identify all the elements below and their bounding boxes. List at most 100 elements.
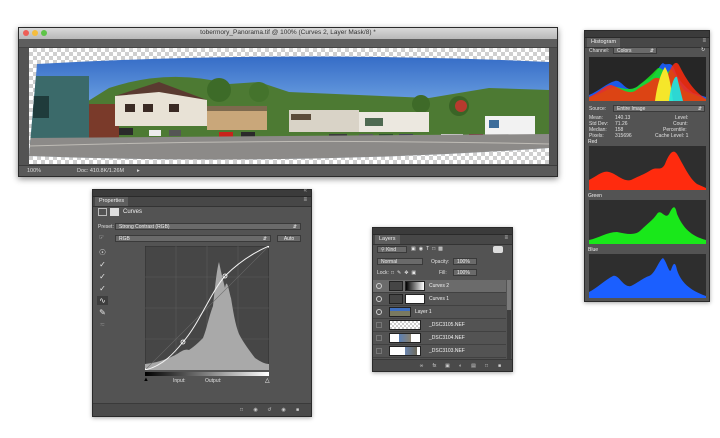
chevron-down-icon: ⇵ — [649, 48, 654, 54]
layer-row-dsc3103[interactable]: _DSC3103.NEF — [373, 345, 506, 358]
layer-name: Curves 2 — [429, 283, 450, 289]
layer-row-curves-1[interactable]: Curves 1 — [373, 293, 506, 306]
visibility-off-box[interactable] — [376, 322, 382, 328]
new-layer-icon[interactable]: □ — [482, 363, 491, 369]
chevron-down-icon: ⇵ — [697, 106, 702, 112]
filter-icons[interactable]: ▣◉T□▩ — [411, 246, 446, 252]
adjustment-icon[interactable]: ◐ — [456, 363, 465, 369]
black-point-slider-icon[interactable]: ▲ — [143, 377, 149, 383]
channel-select[interactable]: RGB ⇵ — [115, 235, 271, 242]
chevron-down-icon: ⇵ — [292, 224, 297, 230]
filter-toggle[interactable] — [493, 246, 503, 253]
image-canvas[interactable] — [29, 48, 549, 164]
lock-icons[interactable]: □✎✥▣ — [391, 270, 419, 276]
fx-icon[interactable]: fx — [430, 363, 439, 369]
layer-mask-icon[interactable] — [110, 208, 119, 216]
preset-select[interactable]: Strong Contrast (RGB) ⇵ — [115, 223, 301, 230]
eyedropper-gray-icon[interactable]: ✓ — [98, 272, 107, 281]
link-icon[interactable]: ∞ — [417, 363, 426, 369]
adjustment-thumb-icon — [389, 281, 403, 291]
layer-thumb — [389, 307, 411, 317]
collapse-icon[interactable]: « — [304, 188, 307, 194]
channel-label: Channel: — [589, 48, 610, 54]
ruler — [19, 39, 557, 48]
layers-list: Curves 2 Curves 1 Layer 1 _DSC3105.NEF _… — [373, 280, 512, 360]
scrollbar-thumb[interactable] — [507, 280, 511, 310]
preset-label: Preset: — [98, 224, 114, 230]
panel-drag-bar[interactable] — [373, 228, 512, 235]
panel-menu-icon[interactable]: ≡ — [702, 38, 706, 44]
white-point-slider-icon[interactable]: △ — [265, 377, 270, 384]
visibility-off-box[interactable] — [376, 348, 382, 354]
layer-thumb — [389, 346, 421, 356]
reset-icon[interactable]: ↺ — [265, 407, 274, 413]
opacity-field[interactable]: 100% — [453, 258, 477, 265]
layer-mask-thumb[interactable] — [405, 294, 425, 304]
status-menu-arrow-icon[interactable]: ▸ — [137, 168, 140, 174]
refresh-icon[interactable]: ↻ — [701, 47, 705, 53]
stat-value: 315696 — [615, 133, 632, 139]
channel-value: RGB — [119, 236, 130, 242]
tab-histogram[interactable]: Histogram — [587, 38, 621, 47]
input-gradient-bar — [145, 372, 269, 376]
fill-field[interactable]: 100% — [453, 269, 477, 276]
layers-tabs: Layers ≡ — [373, 235, 512, 245]
source-label: Source: — [589, 106, 607, 112]
pencil-icon[interactable]: ✎ — [98, 308, 107, 317]
stat-label: Cache Level: 1 — [655, 133, 689, 139]
histogram-panel: Histogram ≡ Channel: Colors ⇵ ↻ Source: … — [584, 30, 710, 302]
colors-histogram — [589, 57, 706, 101]
auto-button[interactable]: Auto — [277, 235, 301, 242]
visibility-eye-icon[interactable] — [376, 309, 382, 315]
blend-mode-select[interactable]: Normal — [377, 258, 423, 265]
filter-kind-value: Kind — [386, 247, 397, 253]
green-histogram — [589, 200, 706, 244]
layers-scrollbar[interactable] — [507, 280, 511, 360]
panel-drag-bar[interactable] — [585, 31, 709, 38]
lock-label: Lock: — [377, 270, 389, 276]
properties-panel: « Properties ≡ Curves Preset: Strong Con… — [92, 188, 312, 417]
zoom-level[interactable]: 100% — [27, 168, 41, 174]
mask-icon[interactable]: ▣ — [443, 363, 452, 369]
tab-properties[interactable]: Properties — [95, 197, 129, 206]
clip-icon[interactable]: □ — [237, 407, 246, 413]
layer-name: _DSC3104.NEF — [429, 335, 465, 341]
fill-label: Fill: — [439, 270, 447, 276]
panel-drag-bar[interactable]: « — [93, 188, 311, 197]
adjustment-thumb-icon — [389, 294, 403, 304]
tab-layers[interactable]: Layers — [375, 235, 400, 244]
channel-hand-icon[interactable]: ☞ — [97, 234, 106, 243]
layer-mask-thumb[interactable] — [405, 281, 425, 291]
blue-histogram — [589, 254, 706, 298]
trash-icon[interactable]: ■ — [495, 363, 504, 369]
visibility-eye-icon[interactable] — [376, 283, 382, 289]
colors-histogram-svg — [589, 62, 706, 101]
panel-menu-icon[interactable]: ≡ — [303, 197, 307, 203]
layer-row-layer-1[interactable]: Layer 1 — [373, 306, 506, 319]
smooth-curve-icon[interactable]: ≈ — [98, 320, 107, 329]
visibility-icon[interactable]: ◉ — [279, 407, 288, 413]
layer-row-dsc3104[interactable]: _DSC3104.NEF — [373, 332, 506, 345]
visibility-off-box[interactable] — [376, 335, 382, 341]
curves-graph[interactable] — [143, 244, 271, 372]
trash-icon[interactable]: ■ — [293, 407, 302, 413]
document-statusbar: 100% Doc: 410.8K/1.26M ▸ — [19, 165, 557, 176]
sample-point-icon[interactable]: ☉ — [98, 248, 107, 257]
layer-row-dsc3105[interactable]: _DSC3105.NEF — [373, 319, 506, 332]
layer-row-curves-2[interactable]: Curves 2 — [373, 280, 506, 293]
source-select[interactable]: Entire Image ⇵ — [613, 105, 705, 112]
layers-footer: ∞ fx ▣ ◐ ▤ □ ■ — [373, 359, 512, 371]
view-previous-icon[interactable]: ◉ — [251, 407, 260, 413]
layer-thumb — [389, 320, 421, 330]
panorama-image — [29, 56, 549, 160]
folder-icon[interactable]: ▤ — [469, 363, 478, 369]
eyedropper-black-icon[interactable]: ✓ — [98, 260, 107, 269]
filter-kind-select[interactable]: ⚲ Kind — [377, 246, 407, 253]
visibility-eye-icon[interactable] — [376, 296, 382, 302]
document-size[interactable]: Doc: 410.8K/1.26M — [77, 168, 124, 174]
panel-menu-icon[interactable]: ≡ — [504, 235, 508, 241]
histogram-channel-select[interactable]: Colors ⇵ — [613, 47, 657, 54]
layer-name: _DSC3103.NEF — [429, 348, 465, 354]
curve-smooth-icon[interactable]: ∿ — [97, 296, 108, 305]
eyedropper-white-icon[interactable]: ✓ — [98, 284, 107, 293]
